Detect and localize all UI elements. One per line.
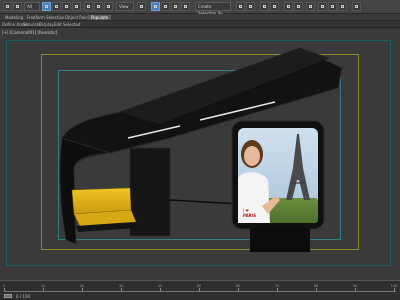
move-icon[interactable] bbox=[84, 2, 93, 11]
snap-toggle-icon[interactable] bbox=[161, 2, 170, 11]
timeline-tick bbox=[121, 288, 122, 291]
timeline-tick bbox=[43, 288, 44, 291]
timeline-tick bbox=[4, 288, 5, 291]
select-by-name-icon[interactable] bbox=[52, 2, 61, 11]
time-slider[interactable] bbox=[4, 294, 12, 298]
render-icon[interactable] bbox=[338, 2, 347, 11]
main-toolbar: All View Create Selection Se bbox=[0, 0, 400, 16]
rotate-icon[interactable] bbox=[94, 2, 103, 11]
align-icon[interactable] bbox=[246, 2, 255, 11]
layer-manager-icon[interactable] bbox=[260, 2, 269, 11]
timeline-tick bbox=[355, 288, 356, 291]
window-crossing-icon[interactable] bbox=[72, 2, 81, 11]
timeline-tick-label: 40 bbox=[157, 284, 163, 288]
scene-explorer-icon[interactable] bbox=[270, 2, 279, 11]
person-face bbox=[244, 146, 260, 166]
percent-snap-icon[interactable] bbox=[181, 2, 190, 11]
timeline-tick bbox=[316, 288, 317, 291]
time-ruler[interactable]: 0 10 20 30 40 50 60 70 80 90 100 bbox=[2, 284, 398, 292]
timeline-tick-label: 10 bbox=[40, 284, 46, 288]
redo-icon[interactable] bbox=[13, 2, 22, 11]
selection-filter-dropdown[interactable]: All bbox=[24, 2, 40, 11]
timeline-tick-label: 0 bbox=[2, 284, 6, 288]
ribbon-tabs: Modeling Freeform Selection Object Paint… bbox=[0, 14, 400, 21]
select-object-icon[interactable] bbox=[42, 2, 51, 11]
reference-coord-dropdown[interactable]: View bbox=[116, 2, 134, 11]
timeline-tick bbox=[160, 288, 161, 291]
timeline-tick bbox=[199, 288, 200, 291]
frame-counter: 0 / 100 bbox=[16, 294, 31, 299]
timeline-tick-label: 100 bbox=[390, 284, 398, 288]
curve-editor-icon[interactable] bbox=[284, 2, 293, 11]
select-manipulate-icon[interactable] bbox=[151, 2, 160, 11]
timeline-tick bbox=[277, 288, 278, 291]
render-setup-icon[interactable] bbox=[318, 2, 327, 11]
named-selection-dropdown[interactable]: Create Selection Se bbox=[195, 2, 231, 16]
timeline-tick-label: 70 bbox=[274, 284, 280, 288]
scale-icon[interactable] bbox=[104, 2, 113, 11]
teapot-render-icon[interactable] bbox=[352, 2, 361, 11]
timeline-tick bbox=[394, 288, 395, 291]
timeline-tick bbox=[238, 288, 239, 291]
region-select-icon[interactable] bbox=[62, 2, 71, 11]
timeline-tick bbox=[82, 288, 83, 291]
timeline-tick-label: 60 bbox=[235, 284, 241, 288]
populate-subbar: Define Areas Simulate Display Edit Selec… bbox=[0, 21, 400, 28]
timeline: 0 10 20 30 40 50 60 70 80 90 100 0 / 100 bbox=[0, 280, 400, 300]
mirror-icon[interactable] bbox=[236, 2, 245, 11]
pivot-center-icon[interactable] bbox=[137, 2, 146, 11]
timeline-tick-label: 20 bbox=[79, 284, 85, 288]
tshirt-text-bottom: PARIS bbox=[243, 213, 257, 218]
camera-viewport[interactable]: [+] [Camera001] [Realistic] I ❤ PARIS bbox=[0, 28, 400, 280]
undo-icon[interactable] bbox=[3, 2, 12, 11]
bench-backrest bbox=[71, 187, 132, 215]
timeline-tick-label: 90 bbox=[352, 284, 358, 288]
timeline-tick-label: 80 bbox=[313, 284, 319, 288]
angle-snap-icon[interactable] bbox=[171, 2, 180, 11]
poster-image bbox=[238, 128, 318, 223]
back-rail bbox=[169, 199, 241, 205]
tab-populate[interactable]: Populate bbox=[88, 15, 112, 20]
edit-selected-button[interactable]: Edit Selected bbox=[54, 22, 80, 27]
timeline-tick-label: 50 bbox=[196, 284, 202, 288]
tab-modeling[interactable]: Modeling bbox=[2, 15, 26, 20]
rendered-frame-icon[interactable] bbox=[328, 2, 337, 11]
schematic-view-icon[interactable] bbox=[294, 2, 303, 11]
timeline-tick-label: 30 bbox=[118, 284, 124, 288]
bus-shelter-scene bbox=[59, 47, 343, 252]
material-editor-icon[interactable] bbox=[306, 2, 315, 11]
ad-panel-base bbox=[250, 228, 310, 252]
display-button[interactable]: Display bbox=[39, 22, 54, 27]
